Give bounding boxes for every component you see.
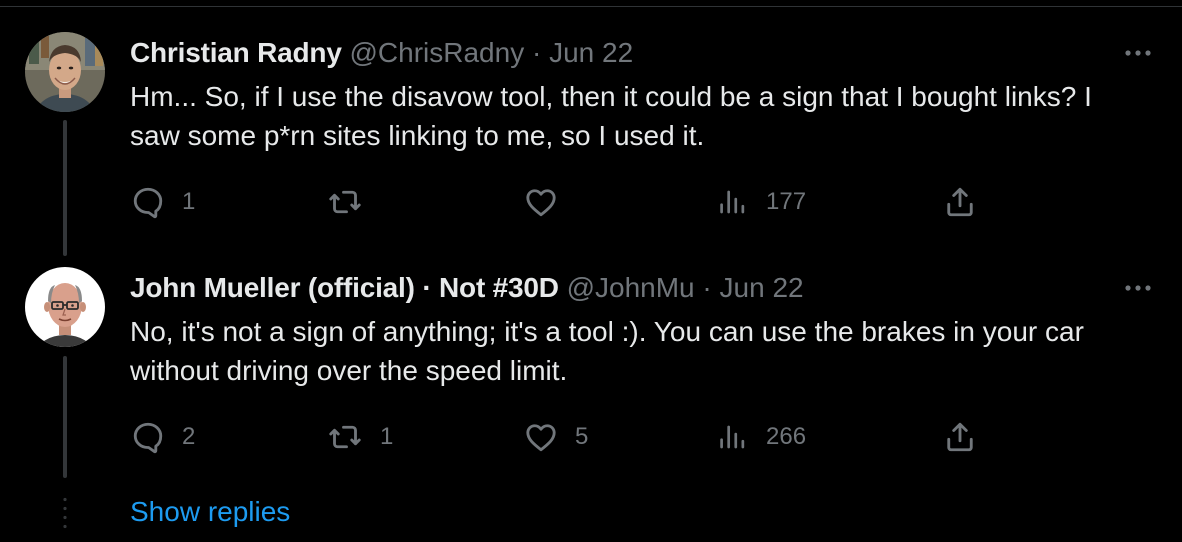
share-icon (947, 187, 973, 217)
tweet-header: Christian Radny @ChrisRadny · Jun 22 (130, 35, 633, 71)
view-count: 266 (766, 423, 807, 450)
display-name[interactable]: Christian Radny (130, 37, 342, 68)
tweet-date[interactable]: Jun 22 (720, 272, 804, 303)
display-name[interactable]: John Mueller (official) · Not #30D (130, 272, 559, 303)
retweet-icon (329, 190, 361, 214)
top-divider (0, 6, 1182, 7)
thread-dotted-connector (63, 495, 67, 531)
more-options-button[interactable] (1120, 38, 1156, 68)
avatar[interactable] (25, 267, 105, 347)
retweet-button[interactable] (326, 180, 380, 224)
more-options-button[interactable] (1120, 273, 1156, 303)
tweet-actions: 2 1 5 266 (130, 415, 1030, 459)
view-count: 177 (766, 188, 807, 215)
heart-icon (526, 189, 556, 217)
views-button[interactable]: 266 (716, 415, 806, 459)
heart-icon (526, 424, 556, 452)
avatar[interactable] (25, 32, 105, 112)
tweet-text: Hm... So, if I use the disavow tool, the… (130, 81, 1092, 151)
reply-icon (133, 422, 163, 454)
thread-connector-line (63, 120, 67, 256)
views-icon (720, 425, 745, 449)
header-separator: · (531, 37, 542, 68)
show-replies-link[interactable]: Show replies (130, 494, 290, 530)
like-count: 5 (575, 423, 589, 450)
share-button[interactable] (942, 180, 978, 224)
reply-button[interactable]: 1 (130, 180, 195, 224)
like-button[interactable] (523, 180, 575, 224)
user-handle[interactable]: @ChrisRadny (350, 37, 525, 68)
tweet-date[interactable]: Jun 22 (549, 37, 633, 68)
tweet-header: John Mueller (official) · Not #30D @John… (130, 270, 804, 306)
share-button[interactable] (942, 415, 978, 459)
user-handle[interactable]: @JohnMu (567, 272, 695, 303)
tweet-actions: 1 177 (130, 180, 1030, 224)
reply-button[interactable]: 2 (130, 415, 195, 459)
tweet-text: No, it's not a sign of anything; it's a … (130, 316, 1084, 386)
retweet-count: 1 (380, 423, 394, 450)
retweet-button[interactable]: 1 (326, 415, 393, 459)
views-icon (720, 190, 745, 214)
thread-connector-line (63, 356, 67, 478)
more-horizontal-icon (1125, 285, 1151, 291)
views-button[interactable]: 177 (716, 180, 806, 224)
like-button[interactable]: 5 (523, 415, 588, 459)
reply-count: 2 (182, 423, 196, 450)
share-icon (947, 422, 973, 452)
header-separator: · (702, 272, 712, 303)
more-horizontal-icon (1125, 50, 1151, 56)
avatar-illustration (25, 267, 105, 347)
avatar-photo (25, 32, 105, 112)
reply-count: 1 (182, 188, 196, 215)
reply-icon (133, 187, 163, 219)
retweet-icon (329, 425, 361, 449)
